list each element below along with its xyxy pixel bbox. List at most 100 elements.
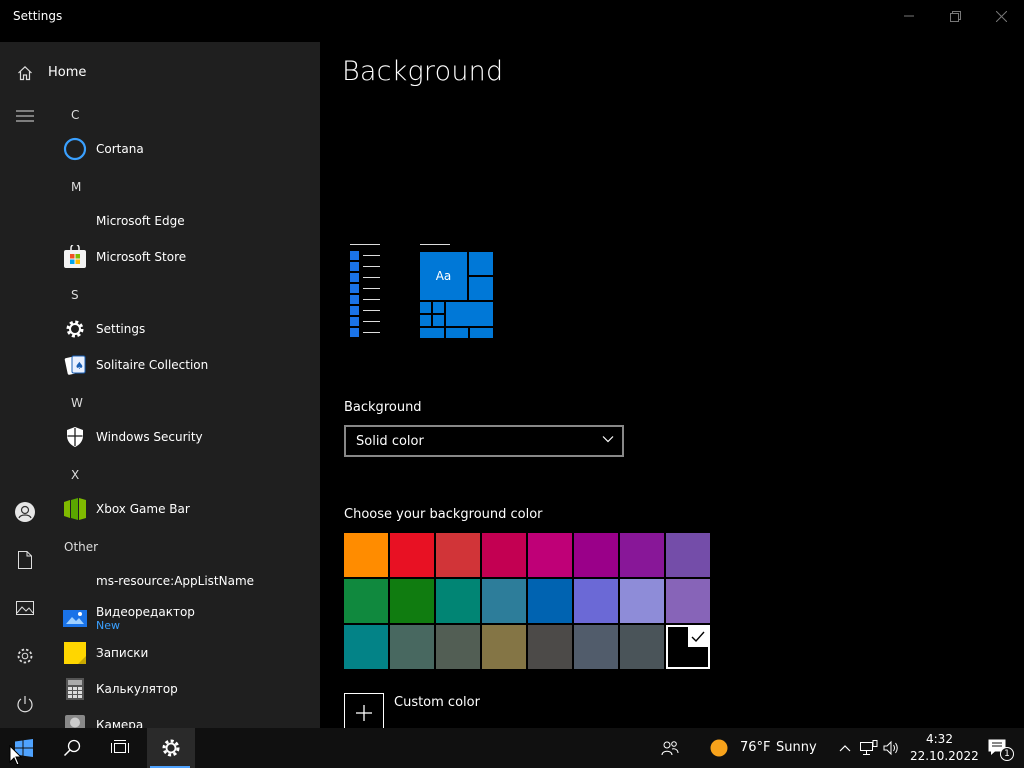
group-other-label[interactable]: Other [64,540,98,554]
notification-count: 1 [1004,749,1010,759]
home-icon[interactable] [14,62,36,84]
group-letter[interactable]: X [71,468,79,482]
window-title: Settings [13,9,63,23]
edge-icon [62,208,88,234]
custom-color-button[interactable] [344,693,384,733]
background-preview: Aa [346,244,506,344]
chevron-down-icon [602,436,614,443]
color-swatch[interactable] [528,533,572,577]
task-view-icon[interactable] [96,728,144,768]
color-swatch[interactable] [666,625,710,669]
xbox-icon [62,496,88,522]
page-title: Background [342,56,504,87]
color-swatch[interactable] [574,579,618,623]
gear-icon [62,316,88,342]
color-swatch[interactable] [344,579,388,623]
color-swatch[interactable] [390,579,434,623]
restore-icon[interactable] [932,0,978,32]
app-video-editor[interactable]: Видеоредактор New [62,600,312,636]
camera-icon [62,710,88,728]
hamburger-menu-icon[interactable] [14,105,36,127]
weather-temperature: 76°F [740,740,771,755]
app-name: Xbox Game Bar [96,502,190,516]
group-letter[interactable]: M [71,180,81,194]
taskbar-settings-button[interactable] [147,728,195,768]
color-swatch[interactable] [436,579,480,623]
color-swatch[interactable] [436,533,480,577]
color-swatch[interactable] [482,579,526,623]
app-name: ms-resource:AppListName [96,574,255,588]
group-letter[interactable]: C [71,108,79,122]
color-swatch[interactable] [436,625,480,669]
network-icon[interactable] [858,728,880,768]
color-swatch[interactable] [344,533,388,577]
color-swatch[interactable] [574,625,618,669]
windows-start-icon[interactable] [0,728,48,768]
checkmark-icon [688,627,708,647]
app-cortana[interactable]: Cortana [62,134,312,164]
color-swatch[interactable] [390,625,434,669]
app-xbox-game-bar[interactable]: Xbox Game Bar [62,494,312,524]
cortana-icon [62,136,88,162]
app-windows-security[interactable]: Windows Security [62,422,312,452]
notification-count-badge: 1 [1000,747,1014,761]
color-swatch[interactable] [528,579,572,623]
app-microsoft-store[interactable]: Microsoft Store [62,242,312,272]
color-swatch[interactable] [574,533,618,577]
plus-icon [356,705,372,721]
app-name: Камера [96,718,144,728]
group-letter[interactable]: S [71,288,79,302]
action-center-icon[interactable]: 1 [978,728,1018,768]
app-calculator[interactable]: Калькулятор [62,674,312,704]
app-name: Windows Security [96,430,203,444]
color-swatch[interactable] [344,625,388,669]
chevron-up-icon[interactable] [834,728,856,768]
color-swatch[interactable] [620,579,664,623]
color-swatch[interactable] [620,533,664,577]
app-name: Калькулятор [96,682,178,696]
weather-widget[interactable]: 76°F Sunny [710,728,820,768]
color-swatch[interactable] [666,533,710,577]
app-notes[interactable]: Записки [62,638,312,668]
video-editor-icon [62,605,88,631]
close-icon[interactable] [978,0,1024,32]
minimize-icon[interactable] [886,0,932,32]
mouse-cursor-icon [9,745,23,766]
volume-icon[interactable] [881,728,903,768]
sun-icon [710,739,728,757]
color-swatch[interactable] [482,625,526,669]
background-dropdown-value: Solid color [356,433,424,449]
app-name: Solitaire Collection [96,358,209,372]
app-ms-resource[interactable]: ms-resource:AppListName [62,566,312,596]
group-letter[interactable]: W [71,396,83,410]
sticky-notes-icon [62,640,88,666]
start-menu: Home C Cortana M Microsoft Edge Microsof… [0,42,320,728]
app-camera[interactable]: Камера [62,710,312,728]
app-name: Microsoft Store [96,250,187,264]
color-swatch[interactable] [482,533,526,577]
blank-app-icon [62,568,88,594]
background-dropdown[interactable]: Solid color [344,425,624,457]
documents-icon[interactable] [14,549,36,571]
pictures-icon[interactable] [14,597,36,619]
clock-date[interactable]: 22.10.2022 [910,749,979,763]
color-swatch[interactable] [666,579,710,623]
power-icon[interactable] [14,693,36,715]
app-settings[interactable]: Settings [62,314,312,344]
custom-color-label[interactable]: Custom color [394,695,480,710]
preview-start-list [350,244,382,340]
calculator-icon [62,676,88,702]
app-solitaire[interactable]: ♠ Solitaire Collection [62,350,312,380]
user-avatar-icon[interactable] [14,501,36,523]
settings-gear-icon[interactable] [14,645,36,667]
color-swatch[interactable] [620,625,664,669]
color-swatch[interactable] [528,625,572,669]
color-swatch[interactable] [390,533,434,577]
home-label[interactable]: Home [48,65,86,80]
clock-time[interactable]: 4:32 [926,732,953,746]
people-icon[interactable] [646,728,694,768]
search-icon[interactable] [48,728,96,768]
taskbar: 76°F Sunny 4:32 22.10.2022 1 [0,728,1024,768]
app-name: Settings [96,322,146,336]
app-microsoft-edge[interactable]: Microsoft Edge [62,206,312,236]
